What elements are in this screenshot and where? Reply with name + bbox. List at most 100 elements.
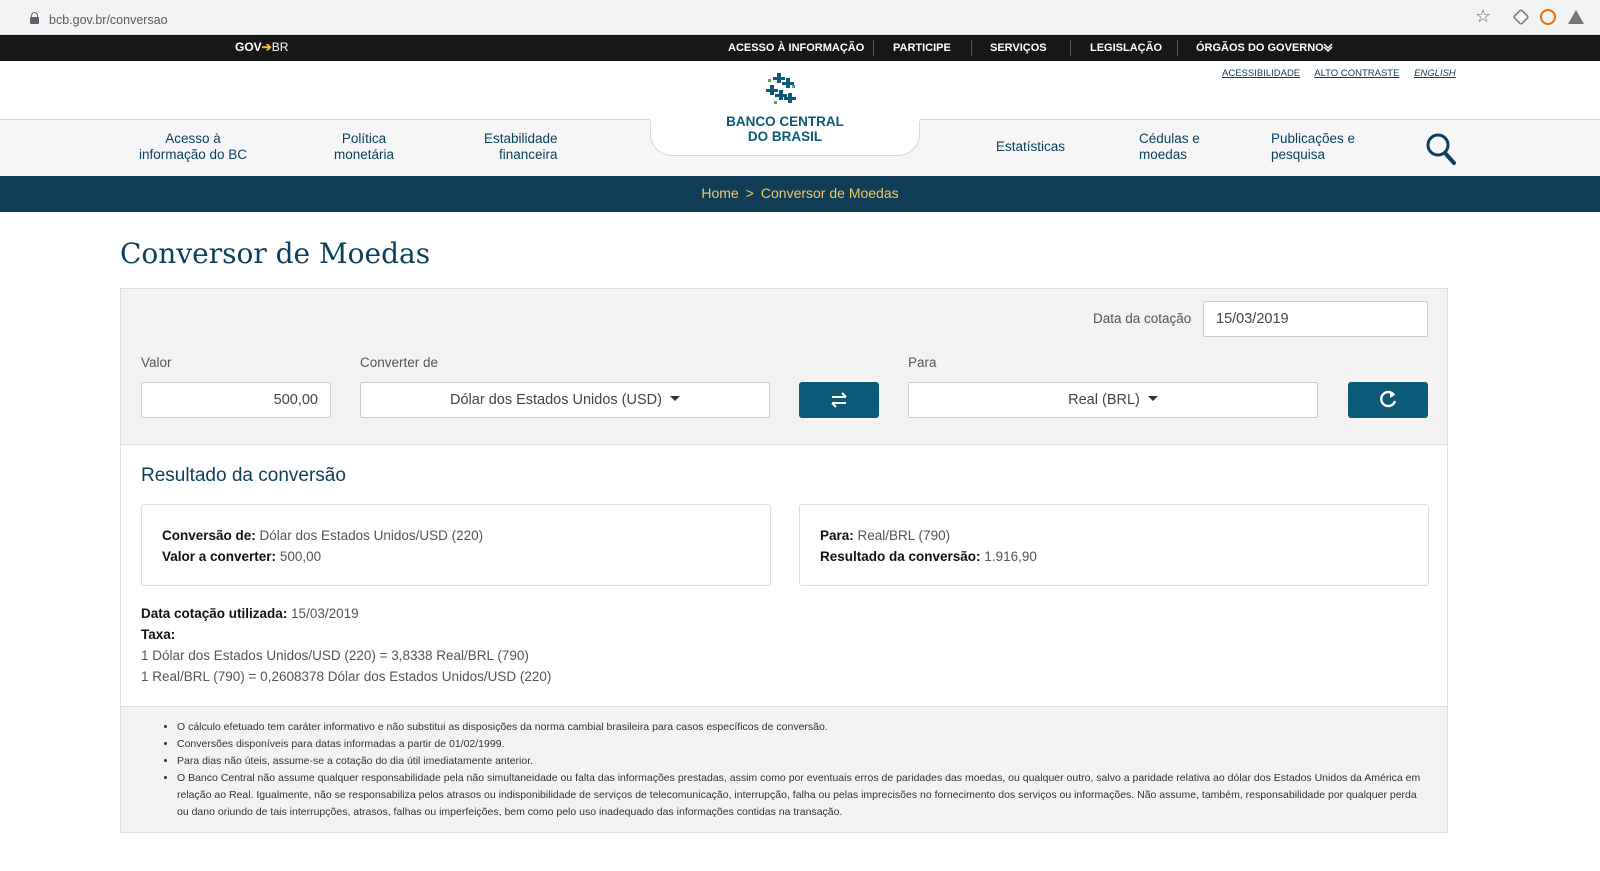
nav-label: Política	[341, 131, 387, 146]
page-title: Conversor de Moedas	[120, 237, 431, 270]
gov-br-logo[interactable]: GOV➔BR	[235, 40, 288, 54]
nav-label: Estabilidade	[484, 131, 558, 146]
gov-logo-text: GOV	[235, 40, 262, 54]
divider	[1177, 40, 1178, 56]
convert-refresh-button[interactable]	[1348, 382, 1428, 418]
nav-label: informação do BC	[139, 147, 248, 162]
valor-converter-label: Valor a converter:	[162, 549, 277, 564]
note-item: O cálculo efetuado tem caráter informati…	[177, 719, 1427, 736]
rates-info: Data cotação utilizada: 15/03/2019 Taxa:…	[141, 603, 551, 687]
lock-icon[interactable]	[30, 12, 39, 24]
nav-estatisticas[interactable]: Estatísticas	[996, 139, 1065, 155]
arrow-icon: ➔	[261, 40, 272, 54]
breadcrumb: Home > Conversor de Moedas	[0, 185, 1600, 201]
data-cotacao-label: Data cotação utilizada:	[141, 606, 288, 621]
link-alto-contraste[interactable]: ALTO CONTRASTE	[1314, 68, 1399, 79]
gov-link-legislacao[interactable]: LEGISLAÇÃO	[1090, 42, 1162, 54]
accessibility-links: ACESSIBILIDADE ALTO CONTRASTE ENGLISH	[1222, 68, 1456, 79]
to-currency-select[interactable]: Real (BRL)	[908, 382, 1318, 418]
logo-line-2: DO BRASIL	[747, 129, 823, 144]
to-currency-value: Real (BRL)	[1068, 392, 1140, 408]
gov-link-orgaos[interactable]: ÓRGÃOS DO GOVERNO	[1196, 42, 1324, 54]
url-text[interactable]: bcb.gov.br/conversao	[49, 13, 168, 27]
data-cotacao-value: 15/03/2019	[287, 606, 359, 621]
breadcrumb-current: Conversor de Moedas	[760, 185, 899, 201]
resultado-label: Resultado da conversão:	[820, 549, 981, 564]
extension-icon[interactable]	[1540, 9, 1556, 25]
valor-converter-line: Valor a converter: 500,00	[162, 546, 750, 567]
nav-label: Publicações e	[1271, 131, 1356, 146]
nav-label: Acesso à	[165, 131, 221, 146]
nav-label: Cédulas e	[1139, 131, 1200, 146]
divider	[873, 40, 874, 56]
result-from-box: Conversão de: Dólar dos Estados Unidos/U…	[141, 504, 771, 586]
taxa-label: Taxa:	[141, 627, 176, 642]
link-english[interactable]: ENGLISH	[1414, 68, 1456, 79]
note-item: Para dias não úteis, assume-se a cotação…	[177, 753, 1427, 770]
breadcrumb-bar: Home > Conversor de Moedas	[0, 176, 1600, 212]
para-line: Para: Real/BRL (790)	[820, 525, 1408, 546]
nav-estabilidade-financeira[interactable]: Estabilidade financeira	[484, 131, 558, 163]
star-icon[interactable]: ☆	[1475, 6, 1491, 27]
result-title: Resultado da conversão	[141, 465, 346, 486]
nav-cedulas-moedas[interactable]: Cédulas e moedas	[1139, 131, 1200, 163]
taxa-label-line: Taxa:	[141, 624, 551, 645]
bcb-emblem-icon[interactable]	[764, 71, 802, 109]
resultado-line: Resultado da conversão: 1.916,90	[820, 546, 1408, 567]
address-bar[interactable]: bcb.gov.br/conversao	[8, 4, 1508, 31]
nav-label: pesquisa	[1271, 147, 1326, 162]
bcb-logo-text[interactable]: BANCO CENTRAL DO BRASIL	[700, 114, 870, 144]
caret-down-icon	[669, 396, 680, 401]
result-to-box: Para: Real/BRL (790) Resultado da conver…	[799, 504, 1429, 586]
breadcrumb-home[interactable]: Home	[701, 185, 738, 201]
extension-icon[interactable]	[1512, 8, 1530, 26]
refresh-icon	[1380, 390, 1397, 408]
nav-politica-monetaria[interactable]: Política monetária	[334, 131, 394, 163]
swap-currencies-button[interactable]	[799, 382, 879, 418]
nav-label: monetária	[334, 147, 395, 162]
converter-form: Data da cotação 15/03/2019 Valor 500,00 …	[121, 289, 1447, 445]
br-logo-text: BR	[271, 40, 289, 54]
valor-input[interactable]: 500,00	[141, 382, 331, 418]
valor-label: Valor	[141, 355, 172, 370]
taxa-line-1: 1 Dólar dos Estados Unidos/USD (220) = 3…	[141, 648, 529, 663]
gov-link-participe[interactable]: PARTICIPE	[893, 42, 951, 54]
conversao-de-label: Conversão de:	[162, 528, 256, 543]
date-input[interactable]: 15/03/2019	[1203, 301, 1428, 337]
search-icon[interactable]	[1425, 132, 1457, 166]
taxa-line-2: 1 Real/BRL (790) = 0,2608378 Dólar dos E…	[141, 669, 552, 684]
para-label: Para:	[820, 528, 854, 543]
to-label: Para	[908, 355, 937, 370]
note-item: O Banco Central não assume qualquer resp…	[177, 770, 1427, 821]
from-currency-value: Dólar dos Estados Unidos (USD)	[450, 392, 662, 408]
disclaimer-notes: O cálculo efetuado tem caráter informati…	[121, 706, 1447, 832]
conversao-de-value: Dólar dos Estados Unidos/USD (220)	[255, 528, 484, 543]
caret-down-icon	[1147, 396, 1158, 401]
logo-line-1: BANCO CENTRAL	[726, 114, 844, 129]
conversao-de-line: Conversão de: Dólar dos Estados Unidos/U…	[162, 525, 750, 546]
gov-link-acesso[interactable]: ACESSO À INFORMAÇÃO	[728, 42, 864, 54]
browser-toolbar: bcb.gov.br/conversao ☆	[0, 0, 1600, 35]
nav-acesso-informacao[interactable]: Acesso à informação do BC	[139, 131, 247, 163]
nav-label: financeira	[499, 147, 558, 162]
data-cotacao-line: Data cotação utilizada: 15/03/2019	[141, 603, 551, 624]
divider	[1070, 40, 1071, 56]
note-item: Conversões disponíveis para datas inform…	[177, 736, 1427, 753]
date-label: Data da cotação	[1093, 311, 1192, 326]
notes-list: O cálculo efetuado tem caráter informati…	[161, 719, 1427, 821]
chevron-down-icon[interactable]	[1323, 43, 1333, 52]
swap-icon	[831, 392, 847, 408]
nav-label: moedas	[1139, 147, 1188, 162]
from-label: Converter de	[360, 355, 439, 370]
resultado-value: 1.916,90	[980, 549, 1037, 564]
gov-bar: GOV➔BR ACESSO À INFORMAÇÃO PARTICIPE SER…	[0, 35, 1600, 61]
converter-panel: Data da cotação 15/03/2019 Valor 500,00 …	[120, 288, 1448, 833]
divider	[971, 40, 972, 56]
from-currency-select[interactable]: Dólar dos Estados Unidos (USD)	[360, 382, 770, 418]
gov-link-servicos[interactable]: SERVIÇOS	[990, 42, 1047, 54]
extension-icon[interactable]	[1568, 10, 1584, 24]
valor-converter-value: 500,00	[276, 549, 322, 564]
nav-label: Estatísticas	[996, 139, 1066, 154]
link-acessibilidade[interactable]: ACESSIBILIDADE	[1222, 68, 1300, 79]
nav-publicacoes-pesquisa[interactable]: Publicações e pesquisa	[1271, 131, 1355, 163]
